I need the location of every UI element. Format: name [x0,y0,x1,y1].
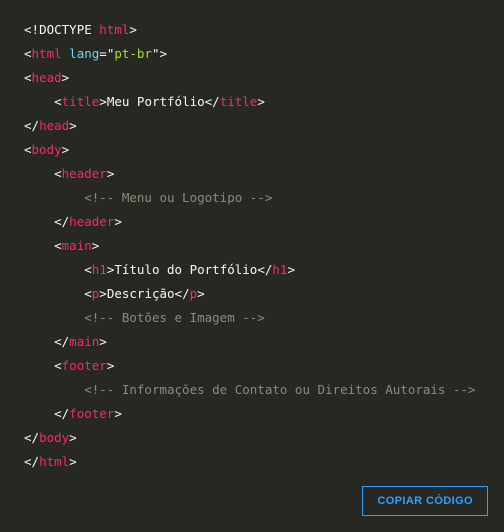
code-snippet: <!DOCTYPE html> <html lang="pt-br"> <hea… [8,12,496,474]
code-block-panel: <!DOCTYPE html> <html lang="pt-br"> <hea… [0,0,504,532]
copy-code-button[interactable]: COPIAR CÓDIGO [362,486,488,516]
